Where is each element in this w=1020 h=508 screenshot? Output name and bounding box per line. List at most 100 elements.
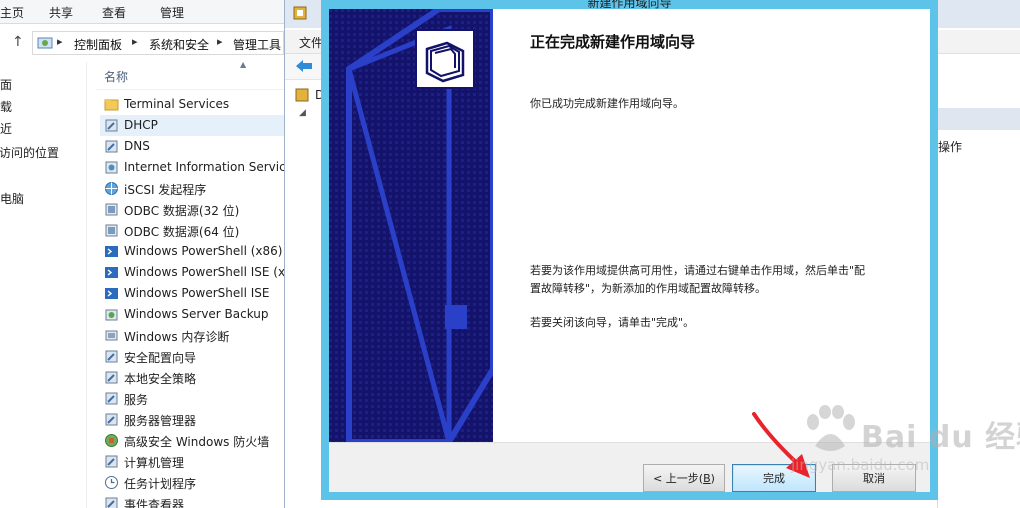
file-row[interactable]: 事件查看器 <box>100 493 284 508</box>
back-button[interactable]: < 上一步(B) <box>643 464 725 492</box>
breadcrumb-system-security[interactable]: 系统和安全 <box>149 36 209 53</box>
folder-stack-icon <box>419 33 471 85</box>
column-header[interactable]: ▲ 名称 <box>96 60 284 90</box>
powershell-icon <box>105 246 118 257</box>
tool-icon <box>105 392 118 405</box>
breadcrumb-admin-tools[interactable]: 管理工具 <box>233 36 281 53</box>
annotation-arrow-icon <box>752 412 810 478</box>
file-row[interactable]: Windows PowerShell (x86) <box>100 241 284 262</box>
file-name: Internet Information Services <box>124 160 284 174</box>
file-name: ODBC 数据源(64 位) <box>124 225 240 239</box>
file-name: Windows PowerShell ISE (x86) <box>124 265 284 279</box>
odbc-icon <box>105 224 118 237</box>
back-button-label: < 上一步( <box>653 472 704 485</box>
nav-item-desktop[interactable]: 桌面 <box>0 76 12 93</box>
file-row[interactable]: Windows PowerShell ISE <box>100 283 284 304</box>
back-arrow-icon[interactable] <box>295 58 313 74</box>
file-name: DNS <box>124 139 150 153</box>
file-name: 计算机管理 <box>124 456 185 470</box>
navigation-pane: 桌面 下载 最近 访问的位置 这台电脑 <box>0 58 86 508</box>
file-row[interactable]: 安全配置向导 <box>100 346 284 367</box>
cancel-button[interactable]: 取消 <box>832 464 916 492</box>
tool-icon <box>105 497 118 508</box>
file-row[interactable]: DHCP <box>100 115 284 136</box>
file-name: 事件查看器 <box>124 498 185 508</box>
file-row[interactable]: ODBC 数据源(64 位) <box>100 220 284 241</box>
file-name: DHCP <box>124 118 158 132</box>
iis-icon <box>105 161 118 174</box>
address-row: ↑ ▸ 控制面板 ▸ 系统和安全 ▸ 管理工具 <box>0 28 284 58</box>
column-name: 名称 <box>104 70 129 84</box>
menu-file[interactable]: 文件 <box>299 34 323 51</box>
file-name: 任务计划程序 <box>124 477 197 491</box>
file-list: ▲ 名称 Terminal Services DHCP DNS Internet In… <box>96 60 284 508</box>
file-row[interactable]: 服务器管理器 <box>100 409 284 430</box>
ribbon-tab-view[interactable]: 查看 <box>102 4 126 21</box>
file-name: 服务器管理器 <box>124 414 197 428</box>
ribbon: 主页 共享 查看 管理 <box>0 0 284 24</box>
wizard-button-bar: < 上一步(B) 完成 取消 <box>329 442 930 492</box>
up-arrow-icon[interactable]: ↑ <box>12 34 24 50</box>
tool-icon <box>105 371 118 384</box>
nav-item-recent-places[interactable]: 访问的位置 <box>0 144 59 161</box>
clock-icon <box>105 476 118 489</box>
wizard-logo <box>415 29 475 89</box>
memory-icon <box>105 330 118 341</box>
nav-item-downloads[interactable]: 下载 <box>0 98 12 115</box>
tool-icon <box>105 140 118 153</box>
globe-icon <box>105 182 118 195</box>
back-button-key: B <box>703 472 711 485</box>
wizard-titlebar: 新建作用域向导 <box>321 0 938 9</box>
file-row[interactable]: Terminal Services <box>100 94 284 115</box>
nav-item-recent[interactable]: 最近 <box>0 120 12 137</box>
wizard-failover-text: 若要为该作用域提供高可用性，请通过右键单击作用域，然后单击"配置故障转移"，为新… <box>530 264 866 295</box>
dhcp-tree-icon[interactable] <box>295 88 309 102</box>
file-name: Windows PowerShell ISE <box>124 286 270 300</box>
file-name: 本地安全策略 <box>124 372 197 386</box>
file-row[interactable]: 服务 <box>100 388 284 409</box>
chevron-right-icon[interactable]: ▸ <box>132 35 138 48</box>
file-row[interactable]: Windows Server Backup <box>100 304 284 325</box>
tree-expand-icon[interactable]: ◢ <box>299 108 306 118</box>
file-name: ODBC 数据源(32 位) <box>124 204 240 218</box>
file-row[interactable]: Internet Information Services <box>100 157 284 178</box>
tool-icon <box>105 350 118 363</box>
pane-divider[interactable] <box>86 62 87 508</box>
ribbon-tab-home[interactable]: 主页 <box>0 4 24 21</box>
powershell-icon <box>105 267 118 278</box>
file-name: 服务 <box>124 393 149 407</box>
file-row[interactable]: 高级安全 Windows 防火墙 <box>100 430 284 451</box>
wizard-banner <box>329 9 493 442</box>
control-panel-icon <box>37 37 53 49</box>
file-name: 高级安全 Windows 防火墙 <box>124 435 270 449</box>
folder-icon <box>104 99 119 111</box>
file-name: 安全配置向导 <box>124 351 197 365</box>
file-row[interactable]: DNS <box>100 136 284 157</box>
file-row[interactable]: ODBC 数据源(32 位) <box>100 199 284 220</box>
file-row[interactable]: Windows 内存诊断 <box>100 325 284 346</box>
sort-up-icon: ▲ <box>240 60 247 69</box>
file-row[interactable]: 计算机管理 <box>100 451 284 472</box>
powershell-icon <box>105 288 118 299</box>
nav-item-this-pc[interactable]: 这台电脑 <box>0 190 24 207</box>
file-name: Windows PowerShell (x86) <box>124 244 283 258</box>
file-row[interactable]: Windows PowerShell ISE (x86) <box>100 262 284 283</box>
wizard-title: 新建作用域向导 <box>587 0 672 9</box>
file-row[interactable]: iSCSI 发起程序 <box>100 178 284 199</box>
file-row[interactable]: 任务计划程序 <box>100 472 284 493</box>
ribbon-tab-share[interactable]: 共享 <box>49 4 73 21</box>
breadcrumb-control-panel[interactable]: 控制面板 <box>74 36 122 53</box>
tool-icon <box>105 413 118 426</box>
actions-pane: 操作 <box>937 54 1020 508</box>
chevron-right-icon[interactable]: ▸ <box>217 35 223 48</box>
tool-icon <box>105 455 118 468</box>
chevron-right-icon[interactable]: ▸ <box>57 35 63 48</box>
address-bar[interactable]: ▸ 控制面板 ▸ 系统和安全 ▸ 管理工具 <box>32 31 284 55</box>
wizard-success-text: 你已成功完成新建作用域向导。 <box>530 97 684 110</box>
ribbon-tab-manage[interactable]: 管理 <box>160 4 184 21</box>
dhcp-icon <box>293 6 307 20</box>
file-name: iSCSI 发起程序 <box>124 183 207 197</box>
actions-label[interactable]: 操作 <box>938 138 962 155</box>
file-row[interactable]: 本地安全策略 <box>100 367 284 388</box>
wizard-heading: 正在完成新建作用域向导 <box>530 33 696 51</box>
